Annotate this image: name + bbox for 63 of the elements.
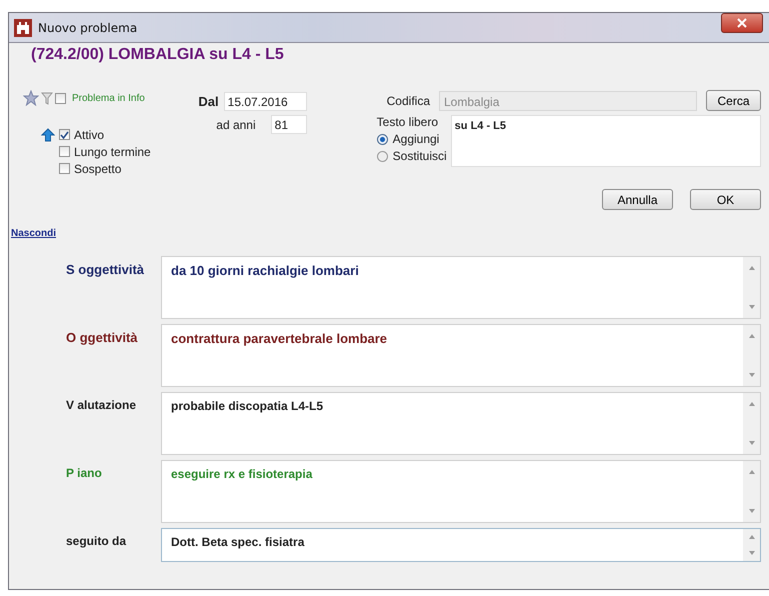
text-area[interactable]: da 10 giorni rachialgie lombari — [161, 256, 761, 319]
checkbox[interactable] — [55, 92, 66, 104]
scroll-up-icon — [748, 401, 756, 407]
scrollbar[interactable] — [743, 461, 760, 522]
scroll-up-icon — [748, 469, 756, 475]
section-label: P iano — [66, 465, 103, 482]
radio-button[interactable] — [376, 134, 388, 144]
section-label: seguito da — [66, 533, 128, 550]
scrollbar[interactable] — [743, 529, 760, 561]
text-area-value: eseguire rx e fisioterapia — [170, 466, 314, 483]
checkbox[interactable] — [59, 146, 70, 157]
scroll-down-icon — [748, 550, 756, 556]
field-label: ad anni — [216, 118, 256, 132]
text-area[interactable]: contrattura paravertebrale lombare — [161, 324, 761, 387]
checkbox-label: Problema in Info — [72, 92, 145, 104]
scroll-down-icon — [748, 440, 756, 446]
scroll-down-icon — [748, 508, 756, 514]
funnel-icon — [41, 91, 53, 105]
close-icon — [737, 18, 747, 28]
scrollbar[interactable] — [743, 325, 760, 386]
scroll-up-icon — [748, 265, 756, 271]
code-field: Lombalgia — [439, 90, 697, 110]
problem-heading: (724.2/00) LOMBALGIA su L4 - L5 — [31, 46, 285, 64]
radio-label: Aggiungi — [392, 132, 440, 146]
field-label: Codifica — [386, 94, 430, 108]
text-area-value: contrattura paravertebrale lombare — [170, 330, 388, 348]
cancel-button[interactable]: Annulla — [602, 189, 673, 210]
text-area-value: probabile discopatia L4-L5 — [170, 398, 324, 415]
date-field[interactable]: 15.07.2016 — [224, 92, 307, 111]
field-label: Testo libero — [376, 115, 440, 129]
hide-link[interactable]: Nascondi — [11, 228, 56, 239]
radio-button[interactable] — [376, 150, 388, 162]
field-label: Dal — [198, 94, 219, 109]
scroll-down-icon — [748, 304, 756, 310]
scrollbar[interactable] — [743, 393, 760, 454]
text-area-value: da 10 giorni rachialgie lombari — [170, 262, 360, 280]
castle-icon — [14, 18, 32, 36]
checkbox[interactable] — [59, 163, 70, 174]
checkbox-label: Sospetto — [74, 162, 122, 176]
ok-button[interactable]: OK — [690, 189, 761, 210]
close-button[interactable] — [721, 13, 763, 33]
scroll-up-icon — [748, 534, 756, 540]
radio-label: Sostituisci — [392, 149, 447, 163]
free-text-field[interactable]: su L4 - L5 — [450, 115, 761, 167]
text-area[interactable]: eseguire rx e fisioterapia — [161, 460, 761, 523]
search-button[interactable]: Cerca — [706, 90, 761, 111]
checkbox[interactable] — [59, 129, 70, 140]
checkbox-label: Attivo — [74, 128, 104, 142]
text-area-value: Dott. Beta spec. fisiatra — [170, 534, 306, 551]
section-label: S oggettività — [66, 261, 146, 279]
up-arrow-icon — [41, 128, 55, 142]
window-title: Nuovo problema — [38, 20, 138, 34]
checkbox-label: Lungo termine — [74, 144, 151, 158]
text-area[interactable]: Dott. Beta spec. fisiatra — [161, 528, 761, 562]
scrollbar[interactable] — [743, 257, 760, 318]
star-icon — [23, 90, 39, 106]
section-label: O ggettività — [66, 329, 139, 347]
scroll-down-icon — [748, 372, 756, 378]
text-area[interactable]: probabile discopatia L4-L5 — [161, 392, 761, 455]
scroll-up-icon — [748, 333, 756, 339]
check-icon — [59, 130, 70, 140]
section-label: V alutazione — [66, 397, 138, 414]
age-field[interactable]: 81 — [270, 115, 307, 134]
